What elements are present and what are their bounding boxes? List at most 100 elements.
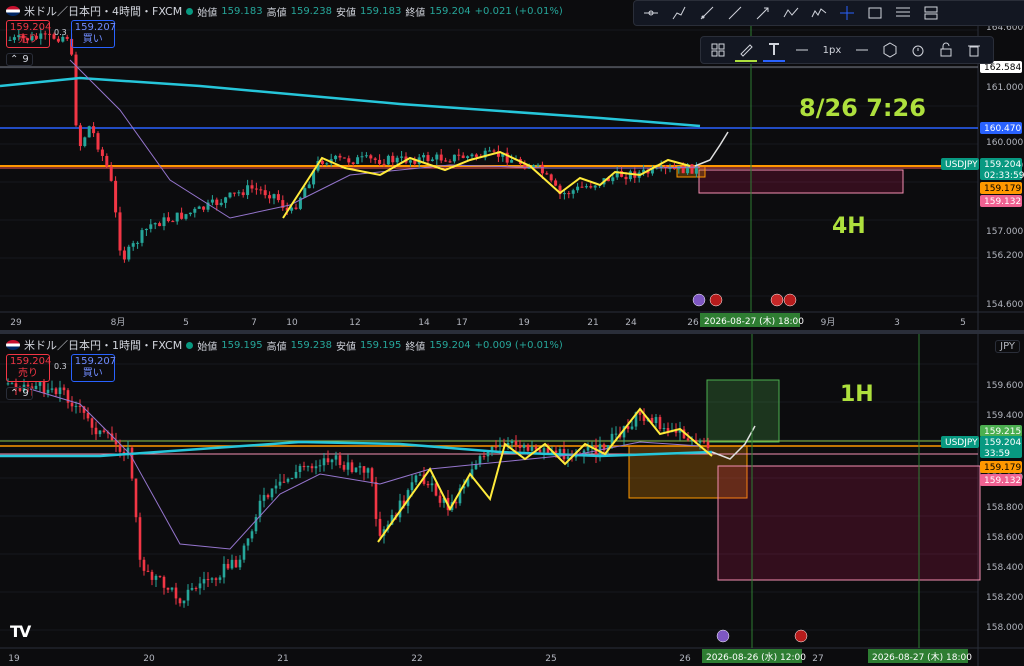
candle-body (250, 531, 254, 539)
candle-body (246, 538, 250, 546)
candle-body (146, 570, 150, 572)
alarm-icon[interactable] (907, 39, 929, 61)
grid-icon[interactable] (707, 39, 729, 61)
currency-selector[interactable]: JPY (995, 340, 1020, 353)
candle-body (250, 185, 254, 189)
candle-body (193, 208, 197, 213)
candle-body (197, 206, 201, 209)
time-axis-label: 26 (679, 654, 691, 664)
line-dash-icon[interactable] (851, 39, 873, 61)
last-price-tag-2: 02:33:59 (984, 171, 1024, 181)
candle-body (42, 381, 46, 394)
sell-label: 売り (18, 34, 38, 45)
crosshair-date-label: 2026-08-27 (木) 18:00 (704, 315, 804, 327)
annotation-timeframe-1h: 1H (840, 382, 874, 407)
zigzag-icon[interactable] (808, 2, 830, 24)
candle-body (188, 212, 192, 215)
symbol-title[interactable]: 米ドル／日本円・1時間・FXCM (24, 337, 182, 353)
symbol-title[interactable]: 米ドル／日本円・4時間・FXCM (24, 3, 182, 19)
candle-body (215, 199, 219, 205)
time-axis-label: 17 (456, 318, 467, 328)
candle-body (395, 157, 399, 163)
candle-body (526, 444, 530, 451)
candle-body (538, 449, 542, 453)
candle-body (382, 163, 386, 165)
buy-label: 買い (82, 34, 103, 45)
candle-body (334, 155, 338, 160)
pink-zone-box (717, 465, 981, 581)
candle-body (342, 465, 346, 470)
buy-price: 159.207 (74, 356, 117, 367)
tradingview-logo[interactable]: TV (10, 622, 31, 641)
candle-body (426, 483, 430, 486)
candle-body (286, 478, 290, 482)
time-axis-label: 3 (894, 318, 900, 328)
candle-body (276, 194, 280, 201)
candle-body (206, 579, 210, 581)
candle-body (325, 163, 329, 165)
buy-button[interactable]: 159.207 買い (70, 20, 116, 48)
lock-icon[interactable] (935, 39, 957, 61)
candle-body (351, 162, 355, 165)
green-price-tag: 159.215 (984, 427, 1021, 437)
line-icon[interactable] (724, 2, 746, 24)
chart-pane-4h[interactable]: 164.600161.000160.000159.000157.000156.2… (0, 0, 1024, 330)
candle-body (294, 207, 298, 209)
upper-price-tag: 162.584 (984, 63, 1021, 73)
candle-body (330, 459, 334, 463)
trash-icon[interactable] (963, 39, 985, 61)
arrow-icon[interactable] (752, 2, 774, 24)
low-value: 159.183 (359, 5, 402, 17)
candle-body (224, 197, 228, 203)
crosshair-date-label: 2026-08-27 (木) 18:00 (872, 651, 972, 663)
fib-icon[interactable] (892, 2, 914, 24)
candle-body (342, 157, 346, 159)
trend-line-icon[interactable] (640, 2, 662, 24)
indicator-toggle[interactable]: ⌃ 9 (6, 53, 33, 66)
candle-body (362, 466, 366, 473)
candle-body (426, 155, 430, 162)
candle-body (457, 154, 461, 156)
indicator-toggle[interactable]: ⌃ 9 (6, 387, 33, 400)
candle-body (294, 471, 298, 478)
time-axis-label: 5 (183, 318, 189, 328)
position-icon[interactable] (920, 2, 942, 24)
candle-body (584, 186, 588, 188)
chart-pane-1h[interactable]: 159.600159.400159.000158.800158.600158.4… (0, 334, 1024, 666)
open-value: 159.183 (221, 5, 263, 17)
candle-body (611, 177, 615, 182)
candle-body (354, 467, 358, 472)
sell-button[interactable]: 159.204 売り (6, 20, 51, 48)
sell-button[interactable]: 159.204 売り (6, 354, 51, 382)
candle-body (178, 598, 182, 604)
candle-body (430, 483, 434, 486)
candle-body (184, 214, 188, 219)
pink-price-tag: 159.132 (984, 476, 1021, 486)
hexagon-icon[interactable] (879, 39, 901, 61)
text-icon[interactable] (763, 38, 785, 62)
candle-body (702, 441, 706, 443)
stroke-width-selector[interactable]: 1px (819, 39, 845, 61)
line-style-icon[interactable] (791, 39, 813, 61)
sell-label: 売り (18, 368, 38, 379)
candle-body (105, 155, 109, 167)
candle-body (668, 168, 672, 170)
candle-body (624, 176, 628, 180)
candle-body (158, 223, 162, 227)
candle-body (320, 160, 324, 165)
path-icon[interactable] (780, 2, 802, 24)
candle-body (706, 441, 710, 449)
price-axis-label: 154.600 (986, 300, 1023, 310)
ray-icon[interactable] (696, 2, 718, 24)
buy-button[interactable]: 159.207 買い (70, 354, 117, 382)
brush-icon[interactable] (668, 2, 690, 24)
candle-body (303, 188, 307, 198)
pencil-icon[interactable] (735, 38, 757, 62)
candle-body (334, 455, 338, 460)
crosshair-icon[interactable] (836, 2, 858, 24)
rectangle-icon[interactable] (864, 2, 886, 24)
price-axis-label: 159.600 (986, 381, 1023, 391)
candle-body (414, 475, 418, 483)
candle-body (210, 199, 214, 203)
crosshair-date-label: 2026-08-26 (水) 12:00 (706, 651, 806, 663)
